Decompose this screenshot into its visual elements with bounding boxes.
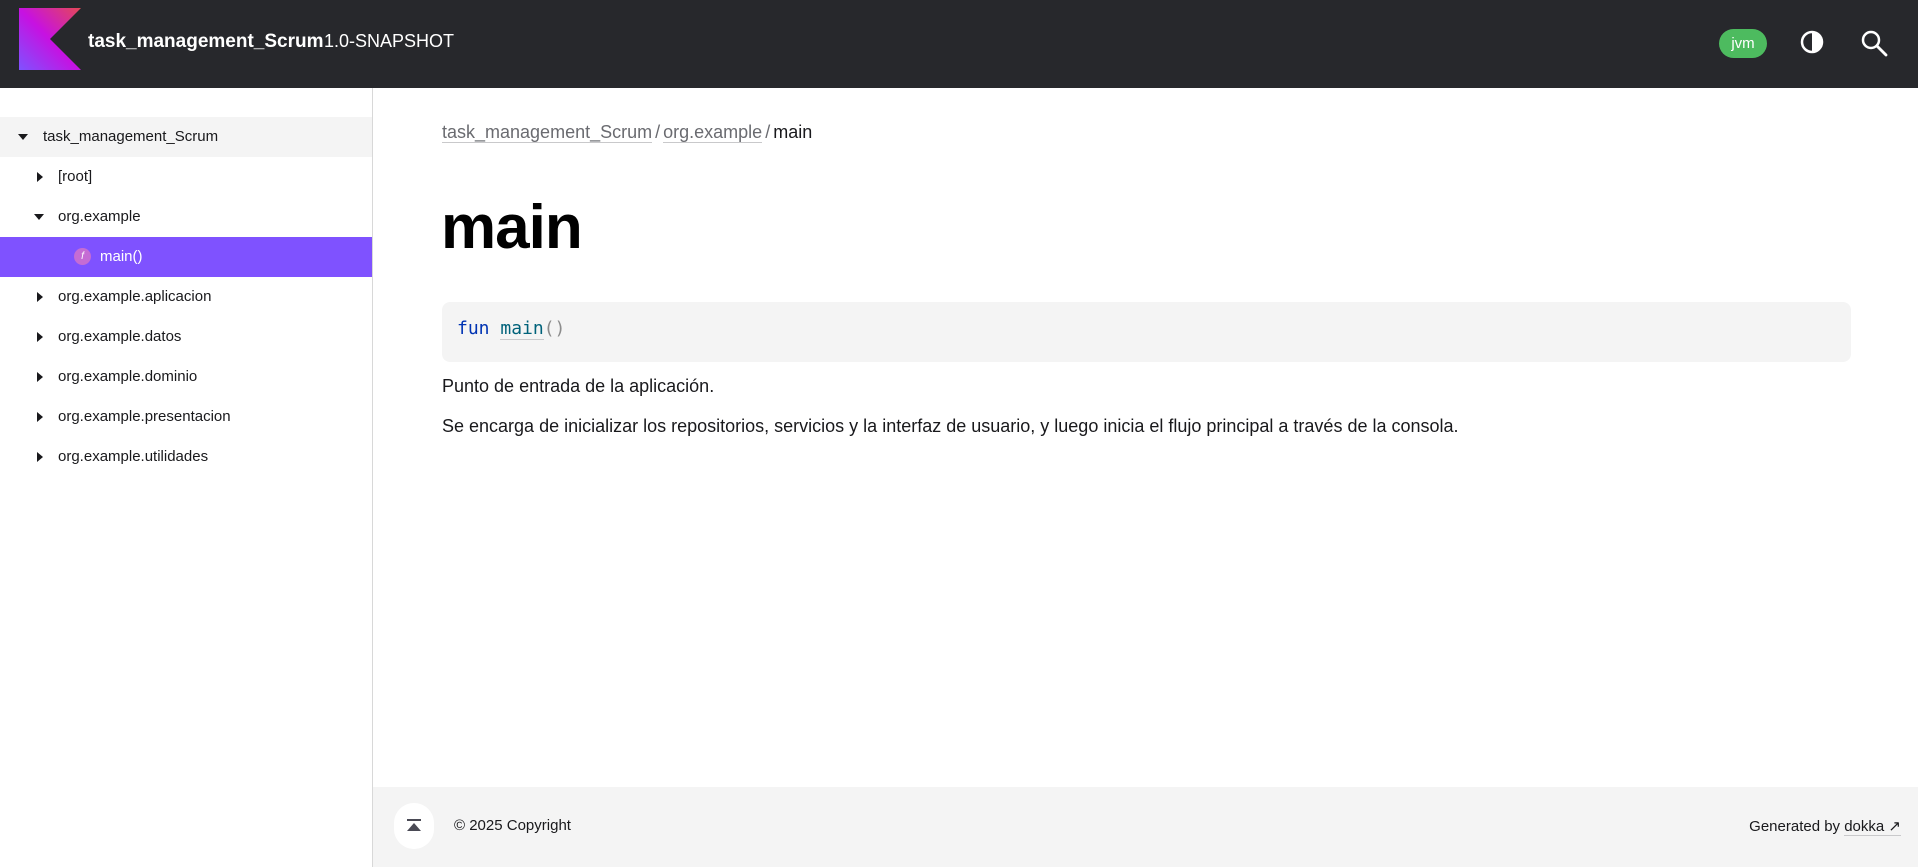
signature-params: () [543, 318, 566, 339]
dokka-link-label: dokka [1844, 818, 1885, 835]
breadcrumb-separator: / [655, 122, 661, 142]
chevron-right-icon[interactable] [37, 372, 43, 382]
footer: © 2025 Copyright Generated by dokka ↗ [373, 787, 1918, 867]
copyright-text: © 2025 Copyright [454, 817, 571, 834]
sidebar-item-label: task_management_Scrum [43, 128, 219, 145]
sidebar-item-label: main() [100, 248, 143, 265]
chevron-right-icon[interactable] [37, 292, 43, 302]
signature-keyword: fun [457, 318, 490, 339]
dokka-link[interactable]: dokka ↗ [1844, 818, 1901, 836]
theme-toggle-icon[interactable] [1799, 29, 1825, 55]
chevron-down-icon[interactable] [34, 214, 44, 220]
project-version: 1.0-SNAPSHOT [324, 31, 455, 51]
sidebar-item-org-example-datos[interactable]: org.example.datos [0, 317, 372, 357]
sidebar-item-label: org.example.datos [58, 328, 182, 345]
sidebar-item-label: org.example.utilidades [58, 448, 209, 465]
generated-by: Generated by dokka ↗ [1749, 817, 1901, 836]
signature-function-link[interactable]: main [500, 318, 544, 340]
sidebar-item-org-example-utilidades[interactable]: org.example.utilidades [0, 437, 372, 477]
project-name-link[interactable]: task_management_Scrum [88, 31, 324, 53]
navigation-sidebar: task_management_Scrum [root] org.example… [0, 88, 373, 867]
breadcrumb-separator: / [765, 122, 771, 142]
breadcrumb-link-project[interactable]: task_management_Scrum [442, 122, 653, 143]
sidebar-item-org-example[interactable]: org.example [0, 197, 372, 237]
breadcrumb-link-package[interactable]: org.example [663, 122, 763, 143]
sidebar-item-root[interactable]: [root] [0, 157, 372, 197]
sidebar-item-org-example-dominio[interactable]: org.example.dominio [0, 357, 372, 397]
page-title: main [441, 193, 583, 262]
search-icon[interactable] [1860, 29, 1888, 57]
platform-filter-jvm[interactable]: jvm [1719, 29, 1767, 58]
breadcrumb-current: main [773, 122, 813, 142]
chevron-right-icon[interactable] [37, 332, 43, 342]
top-navbar: task_management_Scrum 1.0-SNAPSHOT jvm [0, 0, 1918, 88]
chevron-right-icon[interactable] [37, 452, 43, 462]
function-signature: fun main() [442, 302, 1851, 362]
go-to-top-icon[interactable] [394, 803, 434, 849]
sidebar-item-label: org.example.presentacion [58, 408, 231, 425]
sidebar-item-label: org.example [58, 208, 141, 225]
sidebar-item-org-example-presentacion[interactable]: org.example.presentacion [0, 397, 372, 437]
breadcrumb: task_management_Scrum / org.example / main [442, 122, 812, 143]
description-summary: Punto de entrada de la aplicación. [442, 376, 715, 396]
sidebar-item-main[interactable]: f main() [0, 237, 372, 277]
kotlin-logo-icon[interactable] [19, 8, 81, 70]
sidebar-item-label: [root] [58, 168, 93, 185]
chevron-right-icon[interactable] [37, 412, 43, 422]
sidebar-item-label: org.example.dominio [58, 368, 198, 385]
function-icon: f [74, 248, 91, 265]
sidebar-item-label: org.example.aplicacion [58, 288, 212, 305]
sidebar-item-org-example-aplicacion[interactable]: org.example.aplicacion [0, 277, 372, 317]
generated-by-prefix: Generated by [1749, 818, 1845, 835]
sidebar-item-task-management-scrum[interactable]: task_management_Scrum [0, 117, 372, 157]
chevron-right-icon[interactable] [37, 172, 43, 182]
external-link-icon: ↗ [1888, 818, 1901, 835]
chevron-down-icon[interactable] [18, 134, 28, 140]
description-detail: Se encarga de inicializar los repositori… [442, 416, 1459, 436]
main-content: task_management_Scrum / org.example / main m… [373, 88, 1918, 787]
